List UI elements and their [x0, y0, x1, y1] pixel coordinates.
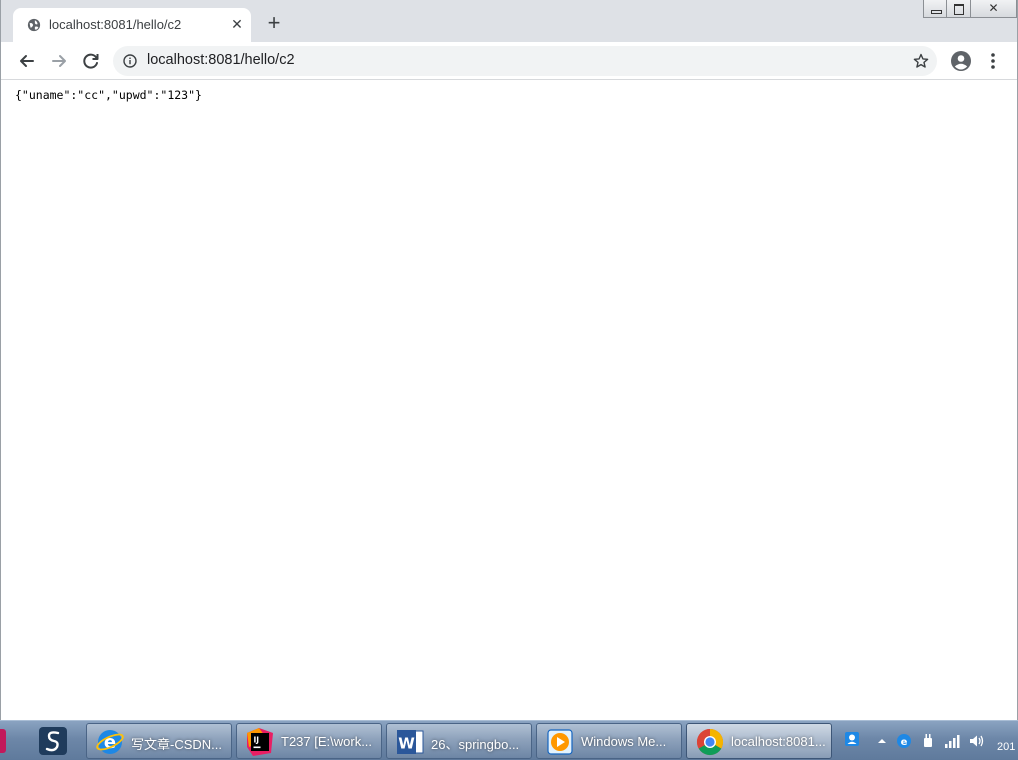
svg-text:IJ: IJ: [254, 736, 260, 745]
volume-icon[interactable]: [968, 733, 984, 749]
json-response-text: {"uname":"cc","upwd":"123"}: [15, 88, 202, 102]
tab-active[interactable]: localhost:8081/hello/c2 ✕: [13, 8, 251, 42]
taskbar-button-media-player[interactable]: Windows Me...: [536, 723, 682, 759]
close-icon: ✕: [988, 1, 999, 15]
taskbar-button-intellij[interactable]: IJ T237 [E:\work...: [236, 723, 382, 759]
profile-avatar-icon[interactable]: [950, 50, 972, 72]
tab-title: localhost:8081/hello/c2: [49, 17, 182, 32]
taskbar-button-csdn[interactable]: e 写文章-CSDN...: [86, 723, 232, 759]
globe-icon: [27, 18, 41, 32]
app-icon-partial: [0, 729, 6, 753]
power-plug-icon[interactable]: [920, 733, 936, 749]
qq-icon[interactable]: [844, 731, 860, 747]
system-tray: e: [838, 721, 1018, 760]
window-caption-buttons: ✕: [923, 0, 1017, 18]
windows-taskbar: e 写文章-CSDN... IJ T237 [E:\work... W 26、s…: [0, 720, 1018, 760]
svg-text:W: W: [398, 735, 415, 753]
show-hidden-icons-icon[interactable]: [874, 733, 890, 749]
new-tab-button[interactable]: +: [263, 12, 285, 35]
browser-toolbar: localhost:8081/hello/c2: [1, 42, 1017, 80]
svg-text:e: e: [901, 737, 908, 748]
taskbar-button-label: localhost:8081...: [731, 734, 826, 749]
bookmark-star-icon[interactable]: [913, 53, 929, 69]
taskbar-button-label: Windows Me...: [581, 734, 667, 749]
pinned-app-edge[interactable]: [0, 723, 8, 759]
reload-icon[interactable]: [80, 50, 102, 72]
taskbar-button-label: T237 [E:\work...: [281, 734, 373, 749]
taskbar-button-label: 写文章-CSDN...: [131, 737, 223, 752]
page-content: {"uname":"cc","upwd":"123"}: [1, 81, 1017, 720]
network-signal-icon[interactable]: [944, 733, 960, 749]
intellij-icon: IJ: [247, 728, 273, 756]
address-bar[interactable]: localhost:8081/hello/c2: [113, 46, 937, 76]
maximize-button[interactable]: [947, 0, 971, 18]
taskbar-button-chrome[interactable]: localhost:8081...: [686, 723, 832, 759]
s-app-icon: [39, 727, 67, 755]
tab-close-icon[interactable]: ✕: [229, 16, 245, 32]
close-window-button[interactable]: ✕: [971, 0, 1017, 18]
taskbar-clock[interactable]: 201: [997, 741, 1015, 753]
browser-window: localhost:8081/hello/c2 ✕ + ✕ localhost:…: [0, 0, 1018, 720]
info-icon[interactable]: [123, 54, 137, 68]
tab-strip: localhost:8081/hello/c2 ✕ + ✕: [1, 0, 1017, 42]
taskbar-button-label: 26、springbo...: [431, 737, 520, 752]
taskbar-button-word[interactable]: W 26、springbo...: [386, 723, 532, 759]
forward-arrow-icon[interactable]: [48, 50, 70, 72]
word-icon: W: [397, 730, 424, 754]
url-text[interactable]: localhost:8081/hello/c2: [147, 52, 295, 68]
media-player-icon: [547, 729, 573, 755]
ie-tray-icon[interactable]: e: [896, 733, 912, 749]
ie-icon: e: [96, 730, 124, 754]
pinned-app[interactable]: [36, 723, 72, 759]
minimize-button[interactable]: [923, 0, 947, 18]
chrome-icon: [696, 728, 724, 756]
back-arrow-icon[interactable]: [16, 50, 38, 72]
more-vert-icon[interactable]: [983, 51, 1003, 71]
